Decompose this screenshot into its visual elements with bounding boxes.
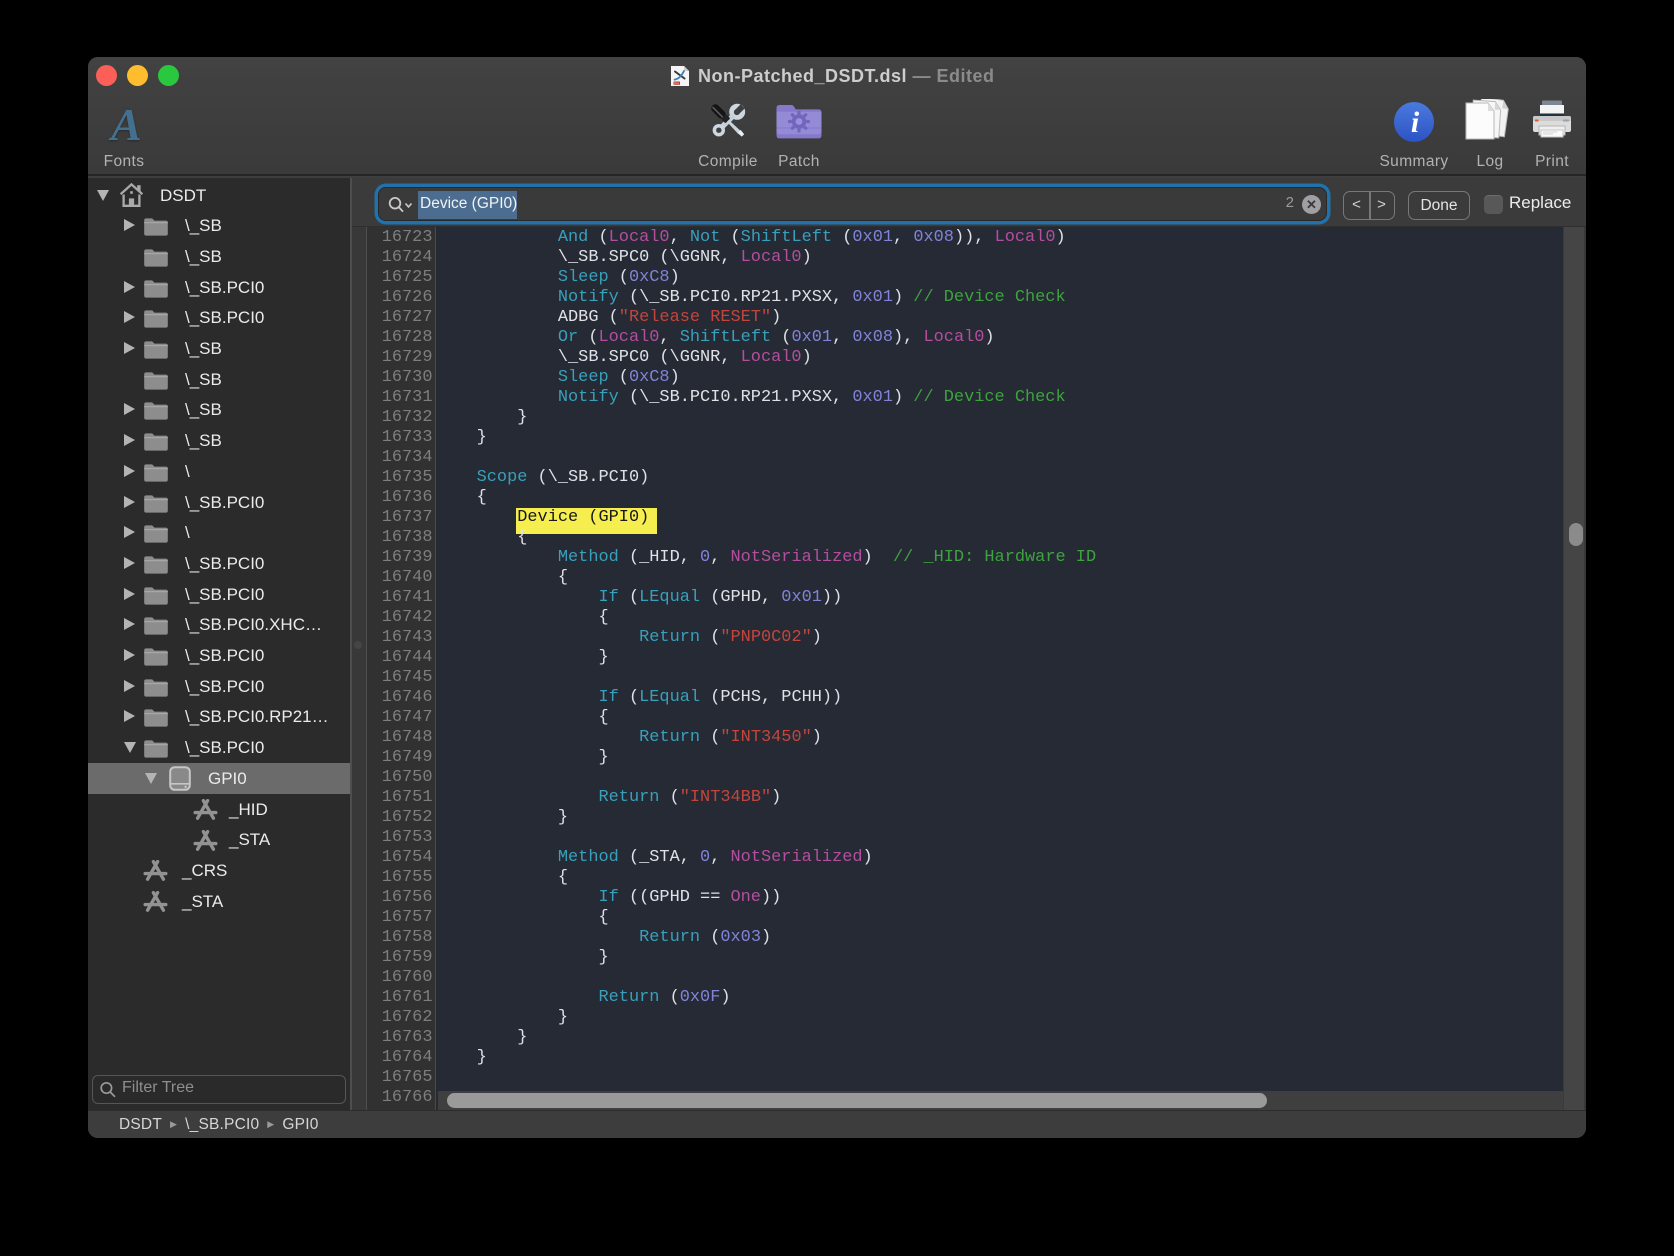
svg-text:DSL: DSL (674, 81, 680, 85)
svg-text:i: i (1411, 106, 1420, 139)
